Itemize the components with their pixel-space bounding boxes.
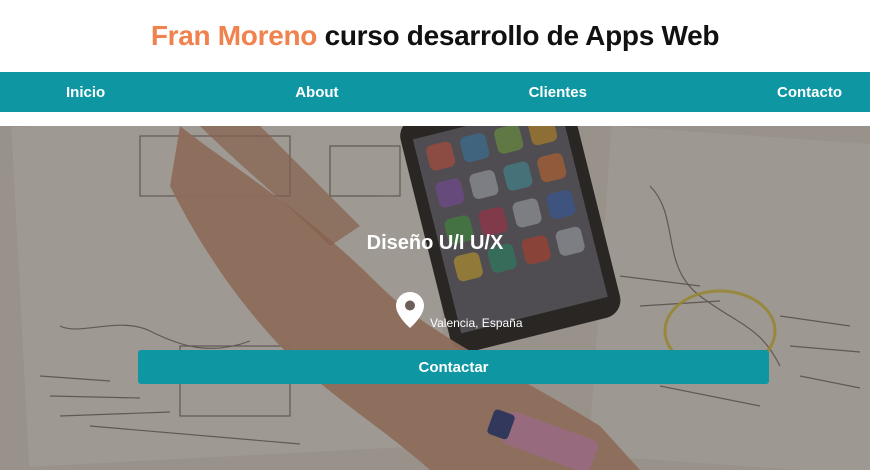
nav-clientes[interactable]: Clientes <box>529 84 587 101</box>
nav-about[interactable]: About <box>295 84 338 101</box>
author-name: Fran Moreno <box>150 20 318 51</box>
hero-title: Diseño U/I U/X <box>366 232 504 254</box>
map-pin-icon <box>396 292 424 328</box>
location-text: Valencia, España <box>430 316 523 330</box>
site-header: Fran Moreno curso desarrollo de Apps Web <box>0 0 870 72</box>
nav-contacto[interactable]: Contacto <box>777 84 842 101</box>
hero-content: Diseño U/I U/X Valencia, España Contacta… <box>0 126 870 470</box>
site-title: Fran Moreno curso desarrollo de Apps Web <box>150 20 720 52</box>
nav-inicio[interactable]: Inicio <box>66 84 105 101</box>
location: Valencia, España <box>396 292 523 330</box>
hero-section: Diseño U/I U/X Valencia, España Contacta… <box>0 126 870 470</box>
main-nav: Inicio About Clientes Contacto <box>0 72 870 112</box>
course-title: curso desarrollo de Apps Web <box>317 20 720 51</box>
contactar-button[interactable]: Contactar <box>138 350 769 384</box>
nav-spacer <box>0 112 870 126</box>
